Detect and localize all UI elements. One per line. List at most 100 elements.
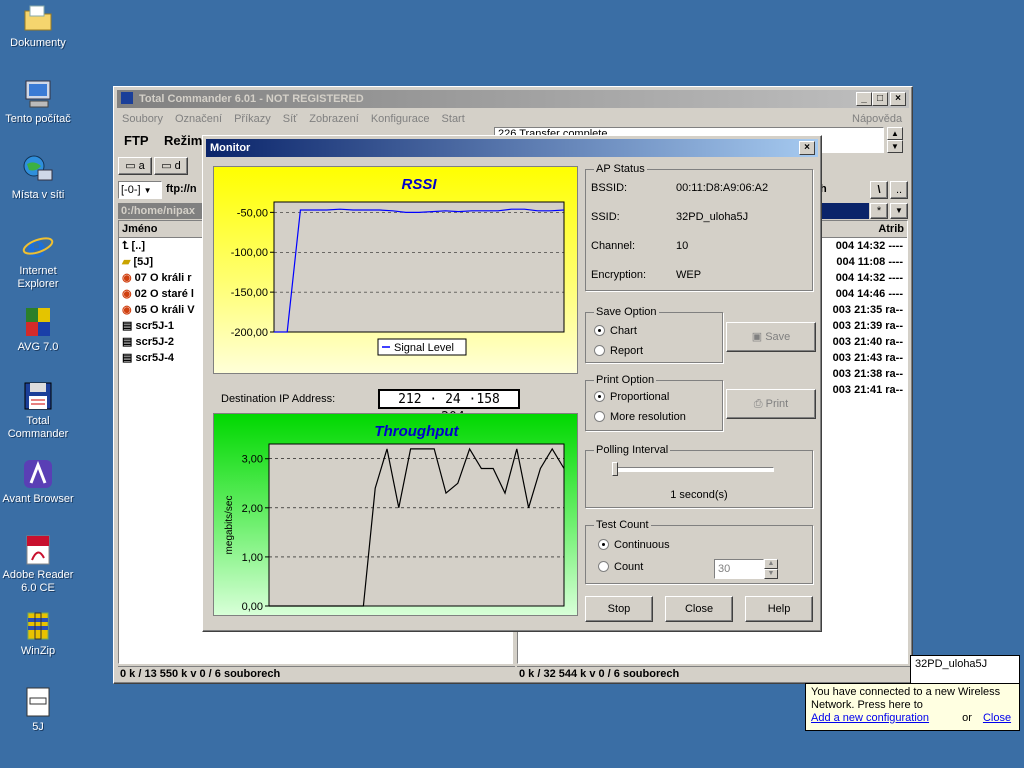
menu-napoveda[interactable]: Nápověda (852, 110, 902, 128)
radio-more-resolution[interactable]: More resolution (594, 411, 686, 423)
radio-report[interactable]: Report (594, 345, 643, 357)
menu-konfigurace[interactable]: Konfigurace (371, 113, 430, 125)
left-drive-select[interactable]: [-0-] ▼ (118, 181, 162, 199)
desktop-icon-tento-pocitac[interactable]: Tento počítač (0, 78, 76, 126)
desktop-icon-dokumenty[interactable]: Dokumenty (0, 2, 76, 50)
radio-report-label: Report (610, 345, 644, 357)
count-up-button[interactable]: ▲ (764, 559, 778, 569)
folder-icon: ▰ (122, 256, 134, 268)
file-name: scr5J-4 (135, 352, 174, 364)
desktop-icon-avg[interactable]: AVG 7.0 (0, 306, 76, 354)
close-icon[interactable]: × (799, 141, 815, 155)
plot-area (268, 443, 565, 607)
desktop-icon-winzip[interactable]: WinZip (0, 610, 76, 658)
file-name: 05 O králi V (134, 304, 195, 316)
adobe-reader-icon (22, 534, 54, 566)
polling-slider-thumb[interactable] (612, 462, 618, 476)
radio-chart[interactable]: Chart (594, 325, 637, 337)
desktop-icon-label: Total Commander (7, 415, 69, 440)
monitor-title: Monitor (210, 142, 251, 154)
balloon-title: 32PD_uloha5J (915, 658, 988, 670)
close-button[interactable]: × (890, 92, 906, 106)
file-name: 02 O staré l (134, 288, 194, 300)
radio-empty-icon (598, 561, 609, 572)
ip-octet-1: 212 (398, 392, 422, 407)
radio-continuous[interactable]: Continuous (598, 539, 670, 551)
minimize-button[interactable]: _ (856, 92, 872, 106)
throughput-chart-panel: Throughput 3,00 2,00 1,00 0,00 megabits/sec (213, 413, 578, 616)
polling-value: 1 second(s) (670, 489, 728, 501)
radio-count[interactable]: Count (598, 561, 643, 573)
print-button[interactable]: ⎙ Print (726, 389, 816, 419)
desktop-icon-adobe-reader[interactable]: Adobe Reader 6.0 CE (0, 534, 76, 595)
save-option-label: Save Option (594, 306, 659, 318)
help-button[interactable]: Help (745, 596, 813, 622)
menu-soubory[interactable]: Soubory (122, 113, 163, 125)
network-balloon[interactable]: You have connected to a new Wireless Net… (805, 683, 1020, 731)
test-count-group: Test Count Continuous Count 30 ▲ ▼ (585, 519, 813, 584)
menu-prikazy[interactable]: Příkazy (234, 113, 271, 125)
log-scroll-down[interactable]: ▼ (887, 140, 903, 153)
menu-oznaceni[interactable]: Označení (175, 113, 222, 125)
y-tick-label: -200,00 (231, 327, 268, 339)
desktop-icon-avant-browser[interactable]: Avant Browser (0, 458, 76, 506)
chart-title: RSSI (401, 176, 437, 193)
window-file-icon: ▤ (122, 352, 136, 364)
desktop-icon-label: Internet Explorer (17, 265, 59, 290)
log-scroll-up[interactable]: ▲ (887, 127, 903, 140)
close-button[interactable]: Close (665, 596, 733, 622)
count-down-button[interactable]: ▼ (764, 569, 778, 579)
history-button[interactable]: * (870, 203, 888, 219)
polling-interval-label: Polling Interval (594, 444, 671, 456)
desktop-icon-label: Tento počítač (5, 113, 71, 125)
menu-zobrazeni[interactable]: Zobrazení (309, 113, 359, 125)
print-button-label: Print (765, 398, 789, 410)
desktop-icon-label: 5J (32, 721, 44, 733)
drive-d-button[interactable]: ▭ d (154, 157, 188, 175)
chart-title: Throughput (374, 423, 459, 440)
left-status-bar: 0 k / 13 550 k v 0 / 6 souborech (118, 666, 515, 682)
hotlist-button[interactable]: ▼ (890, 203, 908, 219)
root-dir-button[interactable]: \ (870, 181, 888, 199)
internet-explorer-icon: e (22, 230, 54, 265)
desktop-icon-total-commander[interactable]: Total Commander (0, 380, 76, 441)
printer-icon: ⎙ (753, 398, 766, 410)
avg-icon (22, 306, 54, 338)
desktop-icon-label: Dokumenty (10, 37, 66, 49)
desktop-icon-5j[interactable]: 5J (0, 686, 76, 734)
up-dir-icon: ⮤ (122, 240, 132, 252)
right-status-bar: 0 k / 32 544 k v 0 / 6 souborech (517, 666, 910, 682)
window-file-icon: ▤ (122, 320, 136, 332)
window-file-icon: ▤ (122, 336, 136, 348)
rezim-button[interactable]: Režim (164, 133, 202, 148)
ftp-button[interactable]: FTP (124, 133, 149, 148)
balloon-or: or (962, 712, 972, 724)
left-path-field[interactable]: ftp://n (166, 183, 197, 195)
desktop-icon-internet-explorer[interactable]: e Internet Explorer (0, 230, 76, 291)
dest-ip-input[interactable]: 212 · 24 ·158 ·204 (378, 389, 520, 425)
save-button[interactable]: ▣ Save (726, 322, 816, 352)
encryption-value: WEP (676, 269, 702, 281)
stop-button[interactable]: Stop (585, 596, 653, 622)
polling-slider-track (614, 467, 774, 472)
desktop-icon-label: WinZip (20, 645, 56, 657)
menu-sit[interactable]: Síť (283, 113, 298, 125)
balloon-close-link[interactable]: Close (983, 712, 1011, 724)
count-field[interactable]: 30 (714, 559, 764, 579)
menu-start[interactable]: Start (442, 113, 465, 125)
balloon-text: You have connected to a new Wireless Net… (811, 686, 1001, 711)
monitor-title-bar: Monitor (206, 139, 818, 157)
file-name: scr5J-2 (135, 336, 174, 348)
desktop-icon-mista-v-siti[interactable]: Místa v síti (0, 154, 76, 202)
save-button-label: Save (765, 331, 791, 343)
add-configuration-link[interactable]: Add a new configuration (811, 712, 929, 724)
maximize-button[interactable]: □ (872, 92, 888, 106)
parent-dir-button[interactable]: .. (890, 181, 908, 199)
y-tick-label: 1,00 (242, 552, 263, 564)
drive-a-button[interactable]: ▭ a (118, 157, 152, 175)
file-name: 07 O králi r (134, 272, 192, 284)
ip-octet-2: 24 (445, 392, 461, 407)
winzip-icon (22, 610, 54, 642)
radio-proportional[interactable]: Proportional (594, 391, 669, 403)
svg-text:e: e (27, 230, 46, 262)
